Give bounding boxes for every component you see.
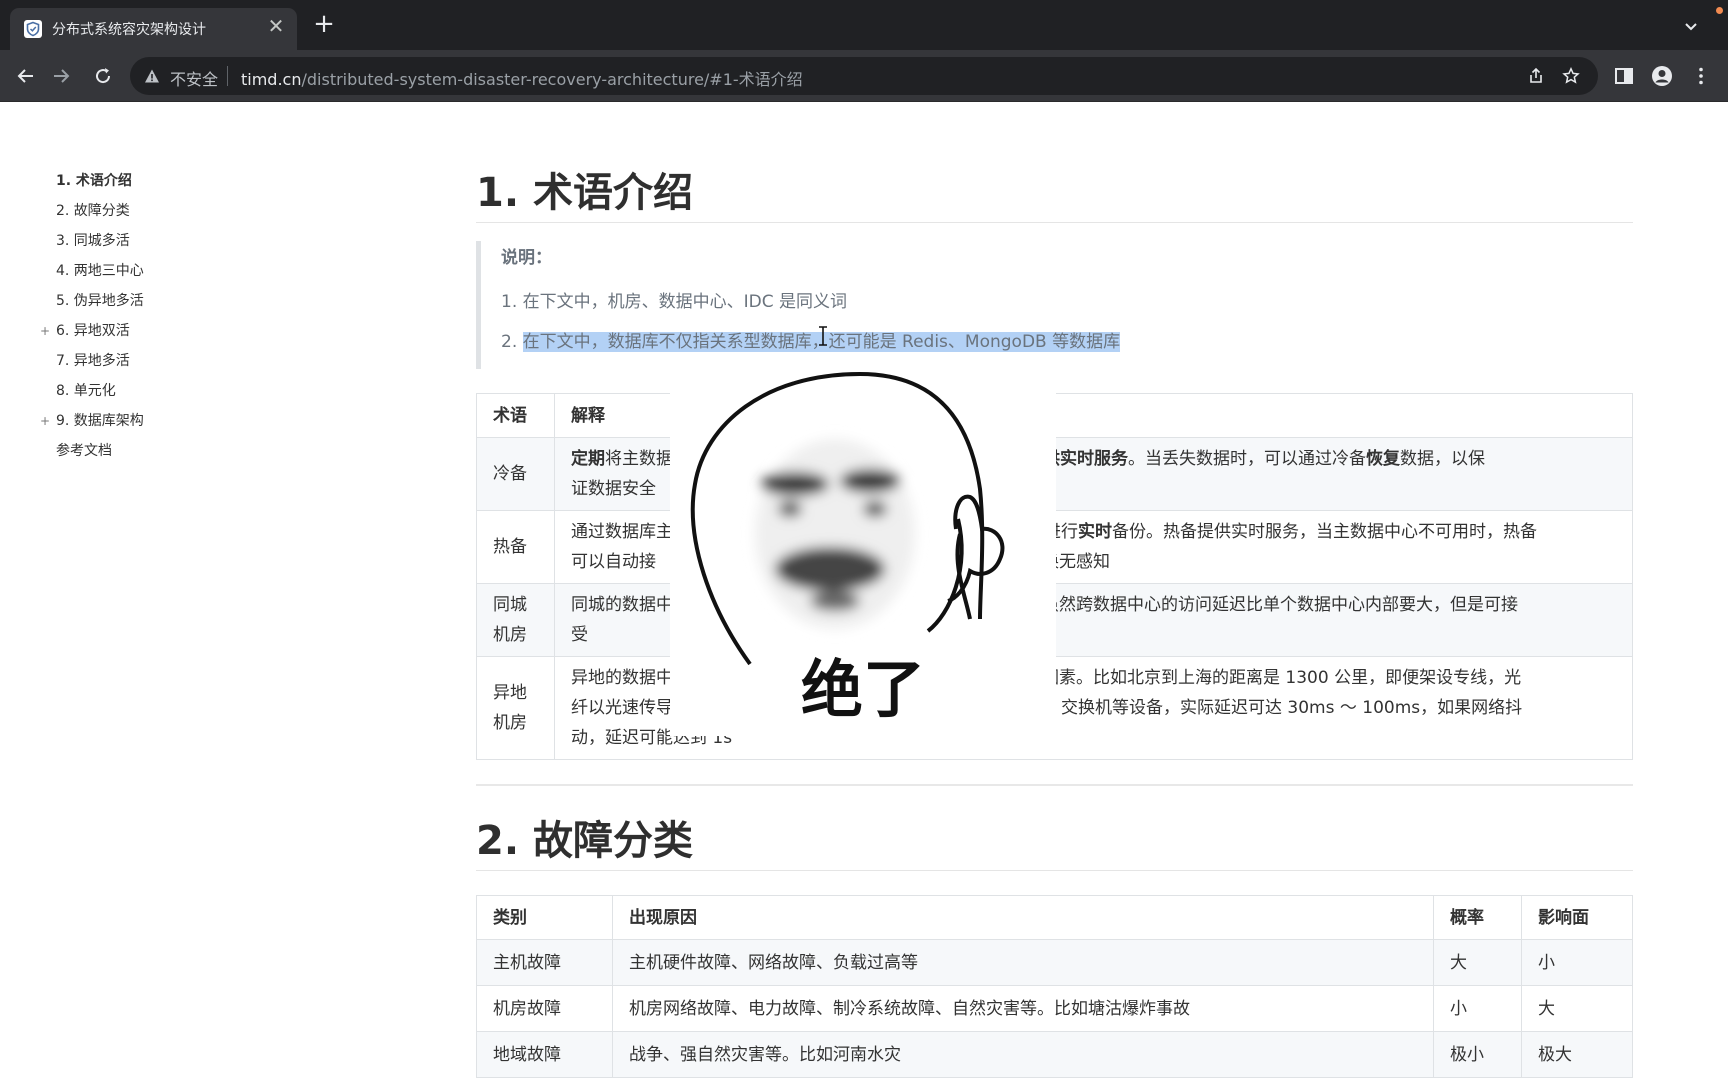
table-cell: 机房网络故障、电力故障、制冷系统故障、自然灾害等。比如塘沽爆炸事故 [612, 985, 1434, 1032]
definition-text: 通过数据库主 [571, 522, 673, 542]
section-heading: 1. 术语介绍 [476, 160, 1633, 223]
tab-title: 分布式系统容灾架构设计 [52, 22, 206, 38]
note-item: 2. 在下文中，数据库不仅指关系型数据库，还可能是 Redis、MongoDB … [501, 327, 1633, 367]
definition-text: ，虽然跨数据中心的访问延迟比单个数据中心内部要大，但是可接 [1025, 595, 1518, 615]
text-cursor-icon [819, 326, 827, 346]
table-header: 类别 [476, 895, 613, 940]
note-blockquote: 说明： 1. 在下文中，机房、数据中心、IDC 是同义词 2. 在下文中，数据库… [476, 241, 1633, 369]
term-cell: 热备 [476, 510, 555, 584]
browser-toolbar: 不安全 timd.cn/distributed-system-disaster-… [0, 50, 1728, 102]
table-cell: 主机硬件故障、网络故障、负载过高等 [612, 939, 1434, 986]
table-cell: 极小 [1433, 1031, 1522, 1078]
chevron-down-icon[interactable] [1680, 16, 1702, 38]
table-row: 地域故障 战争、强自然灾害等。比如河南水灾 极小 极大 [476, 1031, 1633, 1078]
table-header: 术语 [476, 393, 555, 438]
note-item-text: 在下文中，机房、数据中心、IDC 是同义词 [522, 292, 848, 312]
bold-text: 恢复 [1366, 449, 1400, 469]
toc-item-label[interactable]: 1. 术语介绍 [56, 172, 132, 190]
table-header: 概率 [1433, 895, 1522, 940]
profile-avatar-icon[interactable] [1651, 65, 1673, 87]
expand-plus-icon[interactable]: + [40, 322, 50, 340]
table-cell: 主机故障 [476, 939, 613, 986]
section-heading: 2. 故障分类 [476, 808, 1633, 871]
section-divider [476, 784, 1633, 786]
table-cell: 大 [1521, 985, 1633, 1032]
back-arrow-icon[interactable] [13, 63, 39, 89]
table-cell: 机房故障 [476, 985, 613, 1032]
note-item: 1. 在下文中，机房、数据中心、IDC 是同义词 [501, 287, 1633, 327]
toc-item-label[interactable]: 参考文档 [56, 442, 112, 460]
toc-item-label[interactable]: 5. 伪异地多活 [56, 292, 144, 310]
url-text[interactable]: timd.cn/distributed-system-disaster-reco… [241, 66, 803, 90]
new-tab-button[interactable]: + [311, 11, 337, 38]
table-cell: 战争、强自然灾害等。比如河南水灾 [612, 1031, 1434, 1078]
table-header: 影响面 [1521, 895, 1633, 940]
warning-triangle-icon[interactable] [144, 68, 160, 84]
toc-item-label[interactable]: 3. 同城多活 [56, 232, 130, 250]
definition-text: 可以自动接 [571, 552, 656, 572]
table-row: 主机故障 主机硬件故障、网络故障、负载过高等 大 小 [476, 939, 1633, 986]
url-path: /distributed-system-disaster-recovery-ar… [301, 70, 803, 89]
table-cell: 小 [1521, 939, 1633, 986]
not-secure-label[interactable]: 不安全 [170, 66, 218, 90]
active-tab[interactable]: 分布式系统容灾架构设计 ✕ [10, 8, 297, 50]
failure-table: 类别 出现原因 概率 影响面 主机故障 主机硬件故障、网络故障、负载过高等 大 … [476, 895, 1633, 1078]
toc-item-label[interactable]: 7. 异地多活 [56, 352, 130, 370]
table-header: 出现原因 [612, 895, 1434, 940]
definition-text: 备份。热备提供实时服务，当主数据中心不可用时，热备 [1112, 522, 1537, 542]
tab-strip: 分布式系统容灾架构设计 ✕ + [0, 0, 1728, 50]
toc-item-label[interactable]: 6. 异地双活 [56, 322, 130, 340]
note-item-number: 1. [501, 292, 523, 312]
definition-text: 纤以光速传导 [571, 698, 673, 718]
side-panel-icon[interactable] [1613, 65, 1635, 87]
definition-text: 。当丢失数据时，可以通过冷备 [1128, 449, 1366, 469]
bookmark-star-icon[interactable] [1562, 67, 1580, 85]
address-bar[interactable]: 不安全 timd.cn/distributed-system-disaster-… [130, 57, 1598, 95]
definition-text: 数据，以保 [1400, 449, 1485, 469]
url-host: timd.cn [241, 70, 302, 89]
table-cell: 大 [1433, 939, 1522, 986]
forward-arrow-icon[interactable] [48, 63, 74, 89]
term-cell: 同城机房 [476, 583, 555, 657]
toc-item-label[interactable]: 2. 故障分类 [56, 202, 130, 220]
share-icon[interactable] [1527, 67, 1545, 85]
definition-text: 器、交换机等设备，实际延迟可达 30ms ～ 100ms，如果网络抖 [1027, 698, 1523, 718]
meme-caption: 绝了 [800, 653, 925, 726]
address-separator [227, 66, 228, 86]
bold-text: 实时 [1078, 522, 1112, 542]
tab-close-icon[interactable]: ✕ [265, 15, 287, 37]
toc-item-label[interactable]: 4. 两地三中心 [56, 262, 144, 280]
definition-text: 的因素。比如北京到上海的距离是 1300 公里，即便架设专线，光 [1025, 668, 1522, 688]
bold-text: 定期 [571, 449, 605, 469]
table-cell: 小 [1433, 985, 1522, 1032]
more-menu-icon[interactable] [1690, 65, 1712, 87]
definition-text: 将主数据 [605, 449, 673, 469]
note-item-number: 2. [501, 332, 523, 352]
table-row: 机房故障 机房网络故障、电力故障、制冷系统故障、自然灾害等。比如塘沽爆炸事故 小… [476, 985, 1633, 1032]
expand-plus-icon[interactable]: + [40, 412, 50, 430]
meme-image: 绝了 [670, 369, 1056, 736]
definition-text: 异地的数据中 [571, 668, 673, 688]
page-content: 1. 术语介绍 2. 故障分类 3. 同城多活 4. 两地三中心 5. 伪异地多… [0, 102, 1728, 1080]
toc-item-label[interactable]: 8. 单元化 [56, 382, 116, 400]
table-cell: 极大 [1521, 1031, 1633, 1078]
reload-icon[interactable] [90, 63, 116, 89]
table-cell: 地域故障 [476, 1031, 613, 1078]
term-cell: 冷备 [476, 437, 555, 511]
toc-item-label[interactable]: 9. 数据库架构 [56, 412, 144, 430]
recording-indicator [1716, 7, 1723, 14]
note-title: 说明： [501, 248, 552, 268]
term-cell: 异地机房 [476, 656, 555, 760]
definition-text: 同城的数据中 [571, 595, 673, 615]
shield-favicon-icon [24, 20, 42, 38]
